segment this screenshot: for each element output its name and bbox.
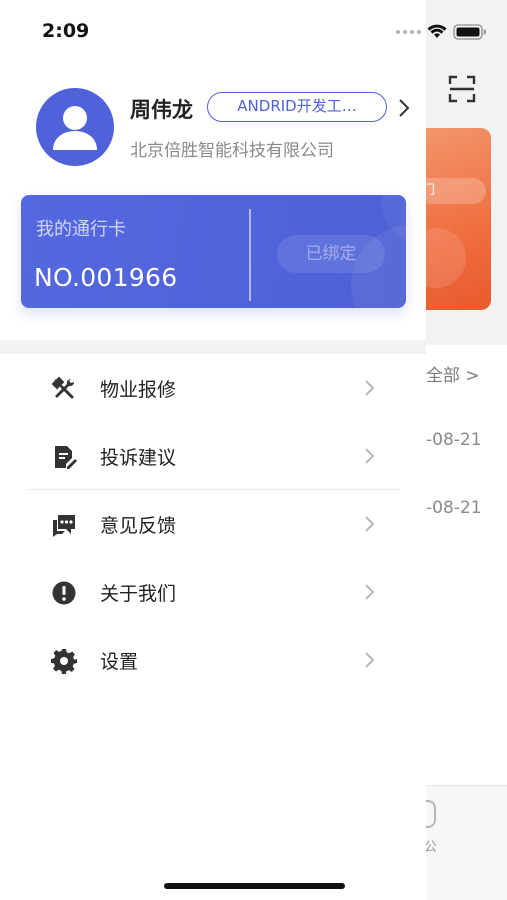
background-list xyxy=(426,345,507,785)
gear-icon xyxy=(51,649,77,674)
user-icon xyxy=(53,106,97,150)
side-drawer: 2:09 周伟龙 ANDRID开发工… 北京倍胜智能科技有限公司 我的通行卡 N… xyxy=(0,0,426,900)
chevron-right-icon xyxy=(365,448,375,464)
menu-item-feedback[interactable]: 意见反馈 xyxy=(0,491,426,559)
chevron-right-icon xyxy=(365,584,375,600)
background-tabbar xyxy=(426,785,507,900)
list-date: -08-21 xyxy=(426,430,482,450)
info-exclamation-icon xyxy=(52,581,76,605)
avatar[interactable] xyxy=(36,88,114,166)
company-name: 北京倍胜智能科技有限公司 xyxy=(130,141,334,161)
menu-item-complaint[interactable]: 投诉建议 xyxy=(0,423,426,491)
wifi-icon xyxy=(427,24,447,38)
card-title: 我的通行卡 xyxy=(36,219,126,240)
scan-icon[interactable] xyxy=(447,74,477,104)
battery-icon xyxy=(453,24,486,40)
card-divider xyxy=(249,209,251,301)
banner-pill: 门 xyxy=(426,178,486,204)
bound-status-button[interactable]: 已绑定 xyxy=(277,235,385,273)
list-date: -08-21 xyxy=(426,498,482,518)
section-divider xyxy=(0,340,426,354)
user-name: 周伟龙 xyxy=(130,98,193,122)
card-number: NO.001966 xyxy=(34,263,178,292)
status-icons xyxy=(396,22,487,42)
menu-divider xyxy=(27,489,400,490)
menu-label: 设置 xyxy=(100,651,139,673)
menu-item-settings[interactable]: 设置 xyxy=(0,627,426,695)
menu-label: 投诉建议 xyxy=(100,447,177,469)
menu-label: 关于我们 xyxy=(100,583,177,605)
chevron-right-icon xyxy=(365,516,375,532)
background-banner[interactable]: 门 xyxy=(426,128,491,310)
tools-icon xyxy=(51,376,75,399)
menu-label: 意见反馈 xyxy=(100,515,177,537)
signal-dots-icon xyxy=(396,30,421,34)
menu-item-about[interactable]: 关于我们 xyxy=(0,559,426,627)
role-badge: ANDRID开发工… xyxy=(207,92,387,122)
chevron-right-icon xyxy=(365,652,375,668)
feedback-chat-icon xyxy=(53,515,75,537)
menu-label: 物业报修 xyxy=(100,379,177,401)
view-all-link[interactable]: 全部 > xyxy=(426,361,480,386)
chevron-right-icon xyxy=(365,380,375,396)
pass-card[interactable]: 我的通行卡 NO.001966 已绑定 xyxy=(21,195,406,308)
status-time: 2:09 xyxy=(42,20,90,42)
chevron-right-icon[interactable] xyxy=(396,96,412,120)
document-edit-icon xyxy=(55,446,77,469)
home-indicator[interactable] xyxy=(164,883,345,889)
menu-item-repair[interactable]: 物业报修 xyxy=(0,355,426,423)
